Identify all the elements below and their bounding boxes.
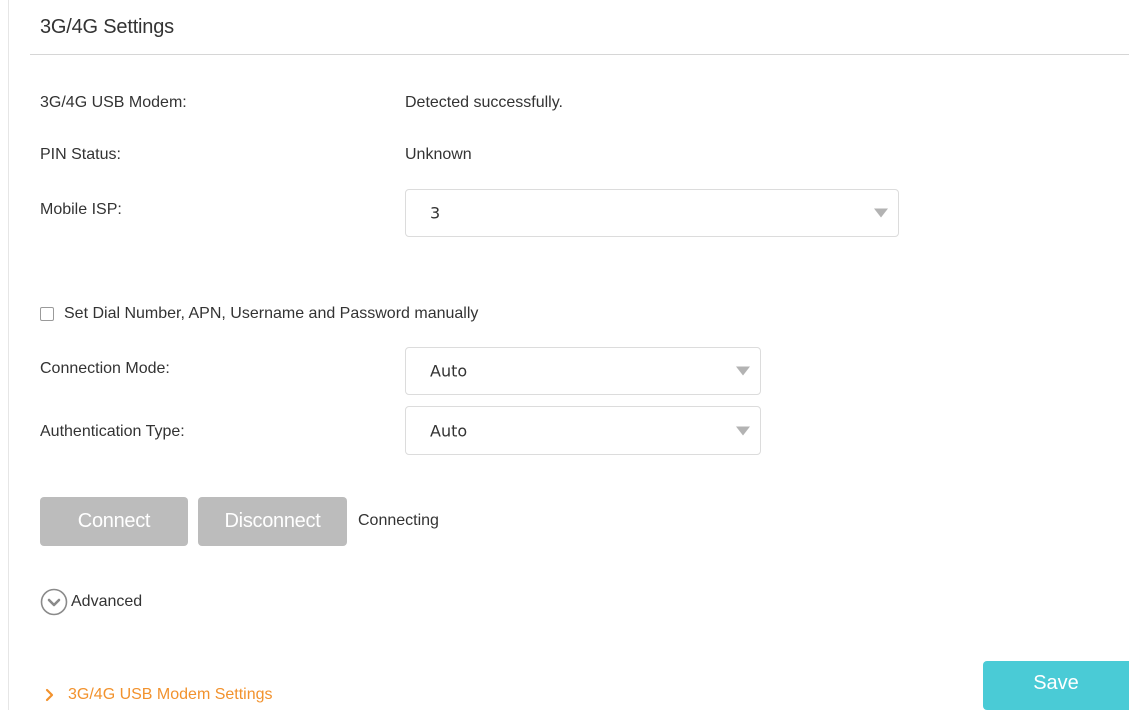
manual-settings-row[interactable]: Set Dial Number, APN, Username and Passw… — [40, 304, 478, 324]
mobile-isp-select[interactable]: 3 — [405, 189, 899, 237]
connection-mode-select[interactable]: Auto — [405, 347, 761, 395]
manual-settings-label: Set Dial Number, APN, Username and Passw… — [64, 305, 479, 322]
chevron-right-icon — [45, 688, 54, 702]
chevron-down-circle-icon — [40, 588, 68, 616]
settings-page: 3G/4G Settings 3G/4G USB Modem: Detected… — [0, 0, 1129, 710]
save-button[interactable]: Save — [983, 661, 1129, 710]
disconnect-button[interactable]: Disconnect — [198, 497, 347, 546]
chevron-down-icon — [736, 426, 750, 435]
connection-mode-label: Connection Mode: — [40, 360, 170, 377]
connection-status: Connecting — [358, 512, 439, 529]
left-divider — [8, 0, 9, 710]
mobile-isp-label: Mobile ISP: — [40, 201, 122, 218]
advanced-toggle[interactable]: Advanced — [40, 588, 142, 616]
chevron-down-icon — [874, 208, 888, 218]
section-title: 3G/4G Settings — [40, 16, 174, 38]
auth-type-select[interactable]: Auto — [405, 406, 761, 455]
modem-label: 3G/4G USB Modem: — [40, 94, 187, 111]
title-divider — [30, 54, 1129, 55]
advanced-label: Advanced — [71, 593, 143, 610]
connect-button[interactable]: Connect — [40, 497, 188, 546]
usb-modem-settings-link[interactable]: 3G/4G USB Modem Settings — [44, 686, 273, 704]
pin-status-label: PIN Status: — [40, 146, 121, 163]
mobile-isp-selected-value: 3 — [430, 203, 441, 223]
manual-settings-checkbox[interactable] — [40, 307, 54, 321]
pin-status-value: Unknown — [405, 146, 472, 163]
auth-type-label: Authentication Type: — [40, 423, 185, 440]
usb-modem-settings-link-label: 3G/4G USB Modem Settings — [68, 686, 273, 703]
chevron-down-icon — [736, 366, 750, 376]
connection-mode-selected-value: Auto — [430, 361, 468, 381]
auth-type-selected-value: Auto — [430, 421, 468, 440]
modem-status-value: Detected successfully. — [405, 94, 563, 111]
